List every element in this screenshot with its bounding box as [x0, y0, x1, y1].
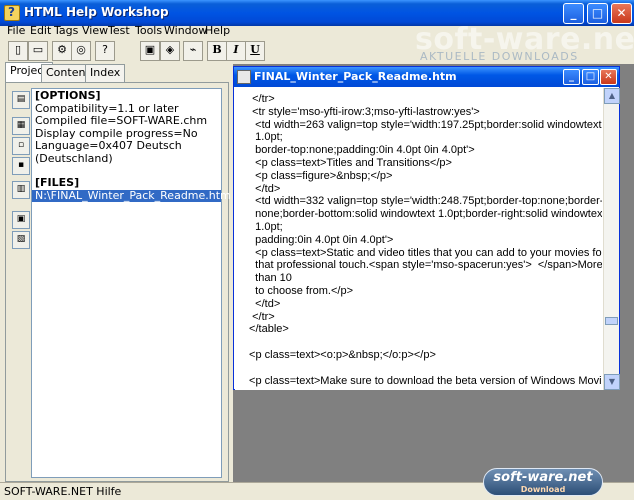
- underline-button[interactable]: U: [245, 41, 265, 61]
- source-line: that professional touch.<span style='mso…: [246, 259, 603, 272]
- menu-file[interactable]: File: [7, 24, 25, 37]
- source-line: [246, 362, 596, 375]
- add-remove-files-icon[interactable]: ▦: [12, 117, 30, 135]
- source-line: 1.0pt;: [246, 131, 283, 144]
- html-source-editor[interactable]: </tr> <tr style='mso-yfti-irow:3;mso-yft…: [235, 88, 603, 390]
- badge-subtitle: Download: [520, 485, 566, 494]
- download-badge-logo: soft-ware.net Download: [483, 468, 603, 496]
- source-line: padding:0in 4.0pt 0in 4.0pt'>: [246, 233, 394, 246]
- link-icon[interactable]: ⌁: [183, 41, 203, 61]
- source-line: <p class=text><o:p>&nbsp;</o:p></p>: [246, 348, 436, 361]
- scroll-down-arrow-icon[interactable]: ▼: [604, 374, 620, 390]
- tab-index[interactable]: Index: [85, 64, 126, 83]
- source-line: [246, 336, 596, 349]
- menu-edit[interactable]: Edit: [30, 24, 51, 37]
- new-icon[interactable]: ▯: [8, 41, 28, 61]
- editor-minimize-button[interactable]: _: [563, 69, 580, 85]
- editor-title: FINAL_Winter_Pack_Readme.htm: [254, 70, 457, 83]
- option-line[interactable]: Language=0x407 Deutsch (Deutschland): [35, 139, 218, 165]
- source-line: <p class=text>Make sure to download the …: [246, 374, 603, 387]
- source-line: <p class=text>Titles and Transitions</p>: [246, 156, 452, 169]
- change-options-icon[interactable]: ▤: [12, 91, 30, 109]
- api-info-icon[interactable]: ▪: [12, 157, 30, 175]
- options-section-header: [OPTIONS]: [35, 89, 101, 102]
- vertical-scrollbar[interactable]: ▲ ▼: [603, 88, 620, 390]
- scroll-up-arrow-icon[interactable]: ▲: [604, 88, 620, 104]
- project-file-list[interactable]: [OPTIONS] Compatibility=1.1 or later Com…: [31, 88, 231, 478]
- source-line: <p class=text>Static and video titles th…: [246, 246, 603, 259]
- save-project-icon[interactable]: ▣: [12, 211, 30, 229]
- html-image-icon[interactable]: ◈: [160, 41, 180, 61]
- source-line: none;border-bottom:solid windowtext 1.0p…: [246, 208, 603, 221]
- menu-test[interactable]: Test: [108, 24, 130, 37]
- scroll-thumb[interactable]: [605, 317, 618, 325]
- source-line: <tr style='mso-yfti-irow:3;mso-yfti-last…: [246, 105, 480, 118]
- source-line: than 10: [246, 272, 292, 285]
- source-line: to choose from.</p>: [246, 284, 354, 297]
- menu-tools[interactable]: Tools: [135, 24, 162, 37]
- source-line: </tr>: [246, 93, 275, 105]
- badge-title: soft-ware.net: [493, 470, 593, 485]
- source-line: </td>: [246, 297, 281, 310]
- menu-window[interactable]: Window: [164, 24, 207, 37]
- save-compile-icon[interactable]: ▧: [12, 231, 30, 249]
- document-icon: [237, 70, 251, 84]
- view-compiled-icon[interactable]: ◎: [71, 41, 91, 61]
- bold-button[interactable]: B: [207, 41, 227, 61]
- open-icon[interactable]: ▭: [28, 41, 48, 61]
- compile-icon[interactable]: ⚙: [52, 41, 72, 61]
- source-line: <td width=332 valign=top style='width:24…: [246, 195, 603, 208]
- menu-help[interactable]: Help: [205, 24, 230, 37]
- add-window-icon[interactable]: ▫: [12, 137, 30, 155]
- toolbar: ▯ ▭ ⚙ ◎ ? ▣ ◈ ⌁ B I U: [0, 40, 634, 62]
- editor-close-button[interactable]: ✕: [600, 69, 617, 85]
- files-section-header: [FILES]: [35, 176, 80, 189]
- source-line: 1.0pt;: [246, 220, 283, 233]
- source-line: border-top:none;padding:0in 4.0pt 0in 4.…: [246, 144, 475, 157]
- option-line[interactable]: Compiled file=SOFT-WARE.chm: [35, 114, 218, 128]
- source-line: </td>: [246, 182, 281, 195]
- help-icon[interactable]: ?: [95, 41, 115, 61]
- source-line: <p class=figure>&nbsp;</p>: [246, 169, 393, 182]
- source-line: </table>: [246, 323, 289, 336]
- editor-title-bar: FINAL_Winter_Pack_Readme.htm _ □ ✕: [234, 67, 619, 87]
- close-button[interactable]: ✕: [611, 3, 632, 24]
- html-files-icon[interactable]: ▥: [12, 181, 30, 199]
- source-line: <td width=263 valign=top style='width:19…: [246, 118, 602, 131]
- help-workshop-icon: [4, 5, 20, 21]
- editor-maximize-button[interactable]: □: [582, 69, 599, 85]
- menu-view[interactable]: View: [82, 24, 108, 37]
- file-item[interactable]: N:\FINAL_Winter_Pack_Readme.htm: [32, 189, 231, 202]
- project-tabs: Project Contents Index: [5, 62, 225, 83]
- source-line: </tr>: [246, 310, 275, 323]
- italic-button[interactable]: I: [226, 41, 246, 61]
- menu-tags[interactable]: Tags: [54, 24, 78, 37]
- editor-window: FINAL_Winter_Pack_Readme.htm _ □ ✕ </tr>…: [233, 66, 620, 390]
- status-text: SOFT-WARE.NET Hilfe: [4, 485, 122, 498]
- maximize-button[interactable]: □: [587, 3, 608, 24]
- window-title: HTML Help Workshop: [24, 5, 169, 19]
- minimize-button[interactable]: _: [563, 3, 584, 24]
- save-icon[interactable]: ▣: [140, 41, 160, 61]
